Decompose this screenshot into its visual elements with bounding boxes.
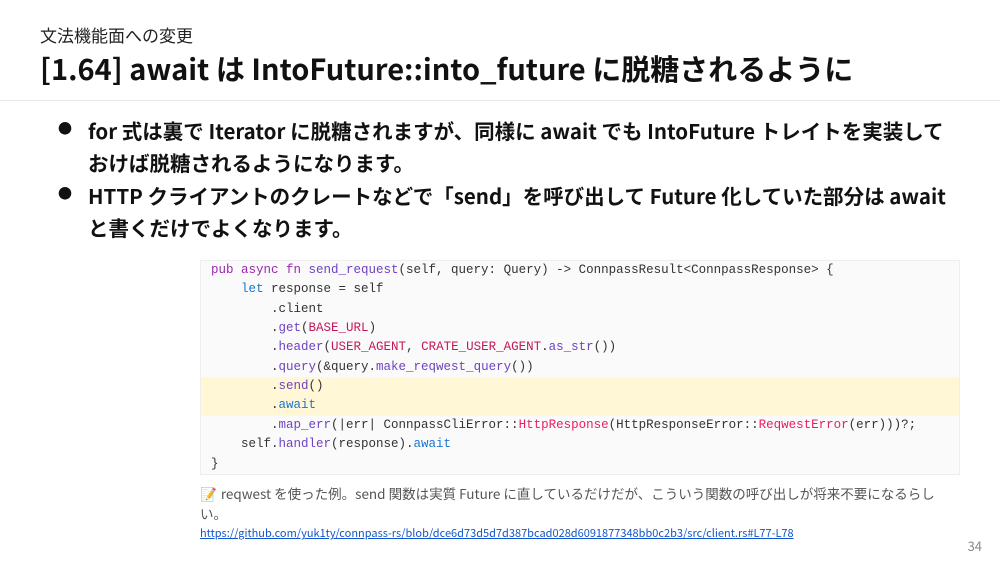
slide-header: 文法機能面への変更 [1.64] await は IntoFuture::int… bbox=[0, 0, 1000, 100]
code-line: .get(BASE_URL) bbox=[201, 319, 959, 338]
code-line: .query(&query.make_reqwest_query()) bbox=[201, 358, 959, 377]
code-line: self.handler(response).await bbox=[201, 435, 959, 454]
slide-body: for 式は裏で Iterator に脱糖されますが、同様に await でも … bbox=[0, 101, 1000, 542]
bullet-item: HTTP クライアントのクレートなどで「send」を呼び出して Future 化… bbox=[88, 180, 960, 244]
page-number: 34 bbox=[968, 536, 982, 555]
note-text: reqwest を使った例。send 関数は実質 Future に直しているだけ… bbox=[200, 483, 935, 523]
slide-subtitle: 文法機能面への変更 bbox=[40, 22, 960, 47]
bullet-item: for 式は裏で Iterator に脱糖されますが、同様に await でも … bbox=[88, 115, 960, 179]
memo-icon: 📝 bbox=[200, 483, 217, 503]
code-line: .await bbox=[201, 396, 959, 415]
code-line: .header(USER_AGENT, CRATE_USER_AGENT.as_… bbox=[201, 338, 959, 357]
code-line: .client bbox=[201, 300, 959, 319]
code-example-wrap: pub async fn send_request(self, query: Q… bbox=[200, 260, 960, 542]
code-line: let response = self bbox=[201, 280, 959, 299]
source-link-wrap: https://github.com/yuk1ty/connpass-rs/bl… bbox=[200, 525, 960, 541]
code-block: pub async fn send_request(self, query: Q… bbox=[200, 260, 960, 475]
bullet-list: for 式は裏で Iterator に脱糖されますが、同様に await でも … bbox=[40, 115, 960, 244]
code-note: 📝reqwest を使った例。send 関数は実質 Future に直しているだ… bbox=[200, 483, 960, 524]
slide-title: [1.64] await は IntoFuture::into_future に… bbox=[40, 51, 960, 86]
code-line: } bbox=[201, 455, 959, 474]
code-line: .map_err(|err| ConnpassCliError::HttpRes… bbox=[201, 416, 959, 435]
code-line: pub async fn send_request(self, query: Q… bbox=[201, 261, 959, 280]
source-link[interactable]: https://github.com/yuk1ty/connpass-rs/bl… bbox=[200, 525, 794, 541]
code-line: .send() bbox=[201, 377, 959, 396]
